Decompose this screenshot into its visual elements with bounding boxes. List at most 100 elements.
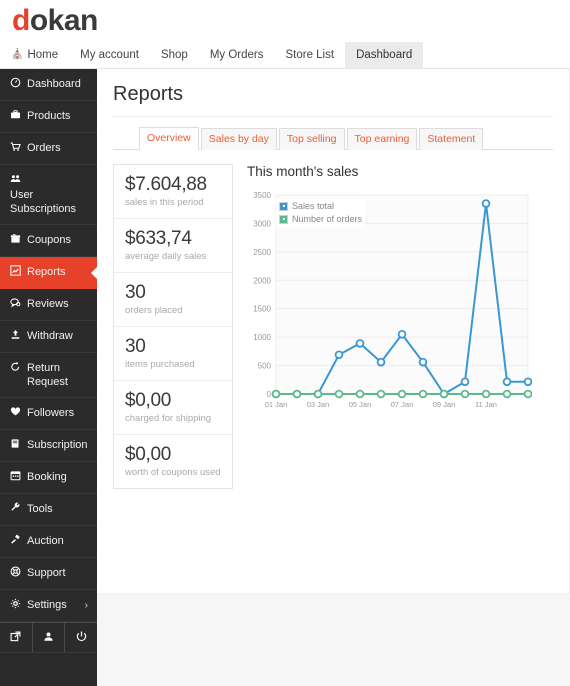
legend-item: Sales total [279, 200, 362, 212]
home-icon: ⛪ [11, 49, 24, 60]
sidebar-item-label: Withdraw [27, 330, 73, 342]
sidebar-item-label: Settings [27, 599, 67, 611]
sidebar-item-reports[interactable]: Reports [0, 257, 98, 289]
sidebar-item-settings[interactable]: Settings › [0, 590, 97, 622]
sidebar-item-label: Orders [27, 142, 61, 154]
y-axis-tick-label: 2500 [253, 248, 271, 257]
nav-item-home[interactable]: ⛪ Home [0, 42, 69, 68]
user-button[interactable] [33, 623, 66, 652]
sidebar-item-followers[interactable]: Followers [0, 398, 97, 430]
data-point[interactable] [292, 389, 302, 399]
legend-label: Number of orders [292, 214, 363, 224]
nav-item-store-list[interactable]: Store List [274, 42, 345, 68]
external-link-icon [10, 631, 21, 645]
data-point[interactable] [460, 389, 470, 399]
sidebar-filler [0, 653, 97, 686]
site-header: dokan [0, 0, 570, 42]
stat-label: sales in this period [125, 197, 204, 208]
data-point[interactable] [397, 330, 407, 339]
sidebar-item-user-subscriptions[interactable]: User Subscriptions [0, 165, 97, 225]
report-body: $7.604,88 sales in this period $633,74 aver… [113, 150, 553, 489]
sidebar-item-products[interactable]: Products [0, 101, 97, 133]
tab-statement[interactable]: Statement [419, 128, 484, 150]
data-point[interactable] [502, 377, 512, 387]
sidebar-item-return-request[interactable]: Return Request [0, 353, 97, 398]
stat-label: charged for shipping [125, 413, 212, 424]
return-icon [10, 361, 27, 376]
sidebar-item-coupons[interactable]: Coupons [0, 225, 97, 257]
sidebar-item-label: Reviews [27, 298, 69, 310]
data-point[interactable] [481, 389, 491, 399]
nav-item-my-orders[interactable]: My Orders [199, 42, 275, 68]
sidebar-item-label: User Subscriptions [10, 189, 77, 215]
x-axis-tick-label: 07 Jan [391, 400, 414, 409]
stat-label: items purchased [125, 359, 195, 370]
sidebar: Dashboard Products Orders User Subscription… [0, 69, 98, 686]
y-axis-tick-label: 1500 [253, 305, 271, 314]
nav-item-label: Home [27, 49, 59, 61]
sidebar-item-dashboard[interactable]: Dashboard [0, 69, 97, 101]
chart-title: This month's sales [247, 164, 359, 179]
stat-value: $633,74 [125, 228, 192, 249]
dokan-logo[interactable]: dokan [12, 6, 98, 36]
stat-card: 30 orders placed [114, 273, 232, 327]
sidebar-item-booking[interactable]: Booking [0, 462, 97, 494]
tab-top-earning[interactable]: Top earning [346, 128, 418, 150]
sidebar-item-subscription[interactable]: Subscription [0, 430, 97, 462]
nav-item-shop[interactable]: Shop [150, 42, 199, 68]
sidebar-item-withdraw[interactable]: Withdraw [0, 321, 97, 353]
data-point[interactable] [355, 339, 365, 348]
data-point[interactable] [523, 377, 533, 387]
nav-item-my-account[interactable]: My account [69, 42, 150, 68]
data-point[interactable] [397, 389, 407, 399]
stat-value: 30 [125, 282, 146, 303]
data-point[interactable] [502, 389, 512, 399]
data-point[interactable] [334, 389, 344, 399]
data-point[interactable] [481, 199, 491, 208]
content-area: Reports Overview Sales by day Top selling T… [97, 69, 570, 686]
data-point[interactable] [376, 357, 386, 367]
data-point[interactable] [418, 389, 428, 399]
sidebar-item-reviews[interactable]: Reviews [0, 289, 97, 321]
data-point[interactable] [418, 357, 428, 367]
power-button[interactable] [65, 623, 97, 652]
nav-item-dashboard[interactable]: Dashboard [345, 42, 424, 68]
x-axis-tick-label: 05 Jan [349, 400, 372, 409]
y-axis-tick-label: 1000 [253, 333, 271, 342]
sidebar-item-auction[interactable]: Auction [0, 526, 97, 558]
data-point[interactable] [376, 389, 386, 399]
data-point[interactable] [523, 389, 533, 399]
sidebar-item-label: Products [27, 110, 71, 122]
stat-label: orders placed [125, 305, 183, 316]
logo-text-rest: okan [29, 4, 99, 37]
sales-chart: Sales total Number of orders 0 500 1000 1500… [247, 189, 533, 414]
data-point[interactable] [271, 389, 281, 399]
stat-value: $0,00 [125, 390, 172, 411]
products-icon [10, 109, 27, 124]
users-icon [10, 173, 27, 188]
tab-overview[interactable]: Overview [139, 127, 199, 150]
legend-swatch [279, 214, 288, 224]
sidebar-item-label: Tools [27, 503, 53, 515]
sidebar-item-label: Reports [27, 266, 66, 278]
tab-sales-by-day[interactable]: Sales by day [200, 128, 277, 150]
wrench-icon [10, 502, 27, 517]
page-body: Dashboard Products Orders User Subscription… [0, 69, 570, 686]
sidebar-item-orders[interactable]: Orders [0, 133, 97, 165]
top-navigation: ⛪ Home My account Shop My Orders Store List Da… [0, 42, 570, 69]
sidebar-item-label: Support [27, 567, 66, 579]
data-point[interactable] [334, 350, 344, 360]
sidebar-item-support[interactable]: Support [0, 558, 97, 590]
calendar-icon [10, 470, 27, 485]
data-point[interactable] [439, 389, 449, 399]
orders-icon [10, 141, 27, 156]
external-link-button[interactable] [0, 623, 33, 652]
tab-top-selling[interactable]: Top selling [278, 128, 345, 150]
data-point[interactable] [313, 389, 323, 399]
data-point[interactable] [460, 377, 470, 387]
sidebar-item-tools[interactable]: Tools [0, 494, 97, 526]
y-axis-tick-label: 500 [258, 362, 272, 371]
x-axis-tick-label: 01 Jan [265, 400, 288, 409]
stat-label: worth of coupons used [125, 467, 221, 478]
data-point[interactable] [355, 389, 365, 399]
